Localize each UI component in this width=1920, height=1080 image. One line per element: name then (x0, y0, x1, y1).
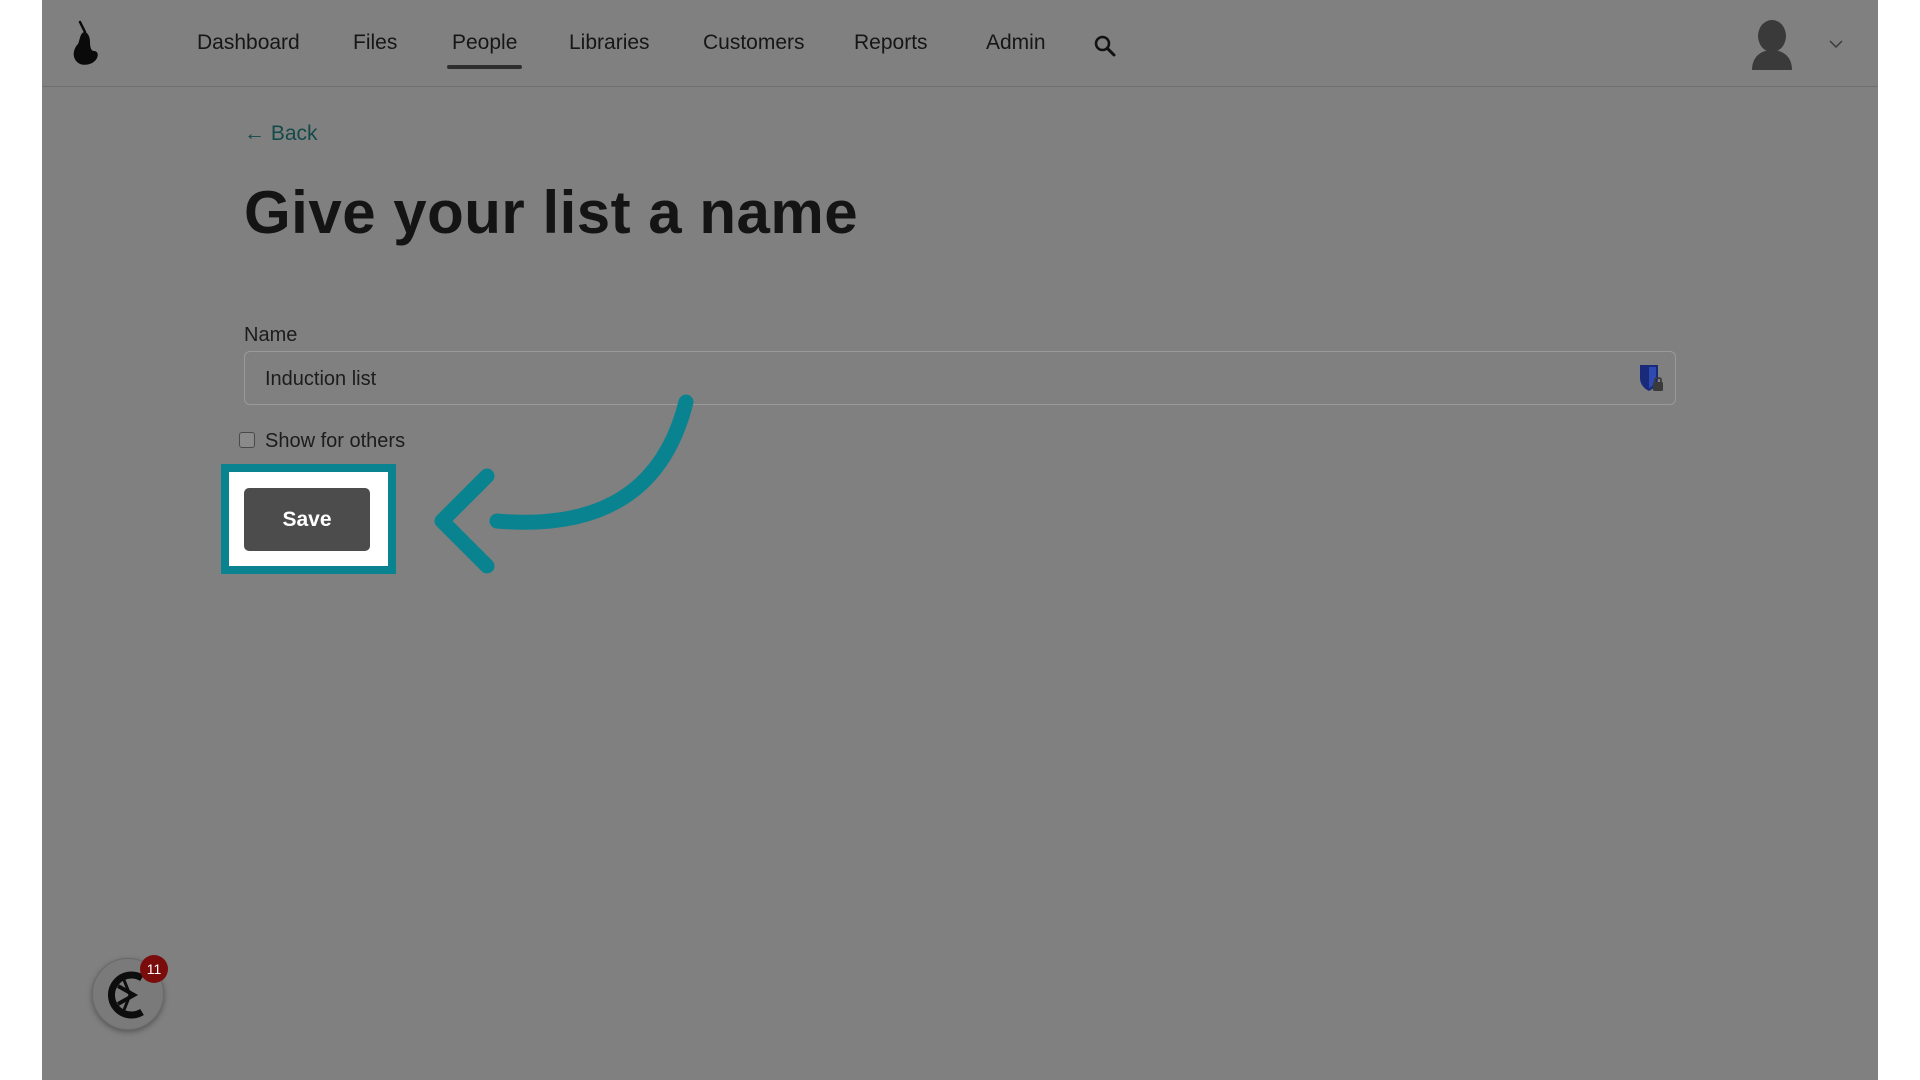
search-icon[interactable] (1093, 34, 1117, 58)
name-input-value[interactable]: Induction list (265, 366, 376, 392)
show-for-others-label[interactable]: Show for others (265, 428, 405, 454)
show-for-others-checkbox[interactable] (239, 432, 255, 448)
nav-reports[interactable]: Reports (854, 29, 928, 57)
nav-admin[interactable]: Admin (986, 29, 1046, 57)
nav-libraries[interactable]: Libraries (569, 29, 650, 57)
page-title: Give your list a name (244, 179, 859, 246)
notification-badge: 11 (140, 955, 168, 983)
nav-customers[interactable]: Customers (703, 29, 805, 57)
name-input[interactable]: Induction list (244, 351, 1676, 405)
back-link[interactable]: ← Back (244, 120, 318, 148)
name-field-label: Name (244, 324, 298, 346)
nav-people[interactable]: People (446, 29, 523, 69)
top-navigation: Dashboard Files People Libraries Custome… (42, 0, 1878, 87)
chevron-down-icon[interactable] (1828, 38, 1844, 50)
pear-logo-icon[interactable] (68, 20, 100, 66)
nav-dashboard[interactable]: Dashboard (197, 29, 300, 57)
password-manager-icon[interactable] (1637, 362, 1665, 394)
user-avatar-icon[interactable] (1748, 18, 1796, 70)
nav-files[interactable]: Files (353, 29, 397, 57)
save-button[interactable]: Save (244, 488, 370, 551)
app-window: Dashboard Files People Libraries Custome… (42, 0, 1878, 1080)
